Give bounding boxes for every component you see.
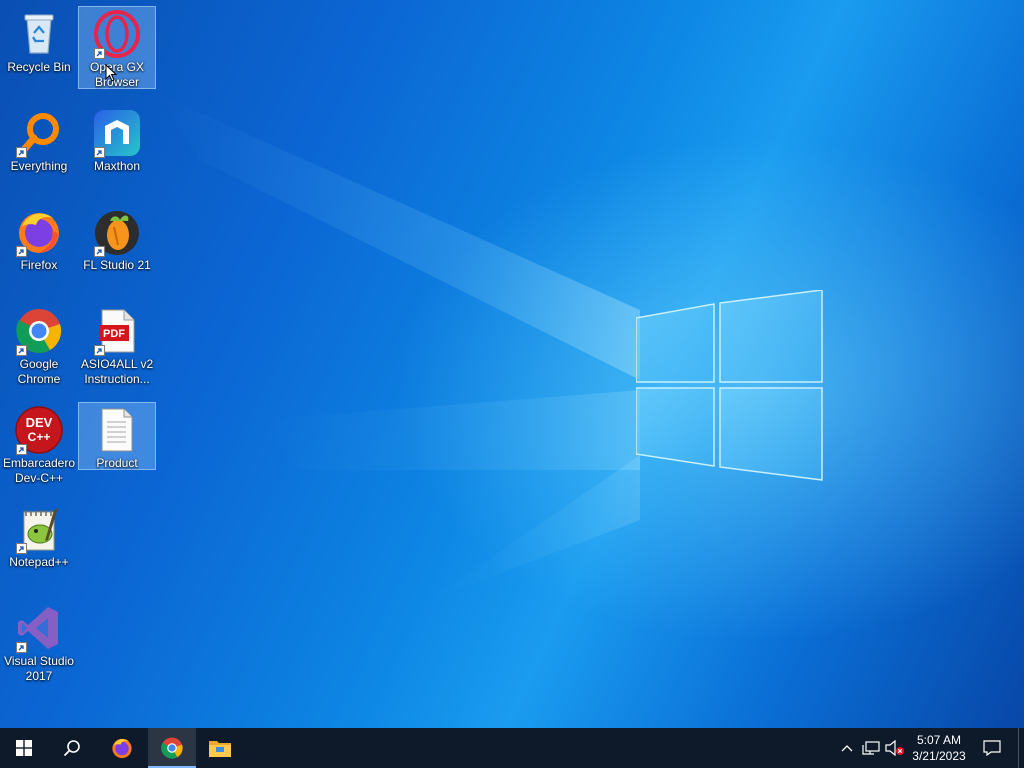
everything-search-icon	[14, 108, 64, 158]
maxthon-icon	[92, 108, 142, 158]
mouse-cursor-icon	[105, 64, 117, 82]
taskbar-chrome-button[interactable]	[148, 728, 196, 768]
volume-button[interactable]	[884, 728, 906, 768]
desktop-icon-visual-studio[interactable]: Visual Studio 2017	[0, 600, 78, 687]
shortcut-arrow-icon	[94, 246, 105, 257]
desktop-icon-product[interactable]: Product	[78, 402, 156, 470]
windows-logo-wallpaper	[636, 290, 823, 481]
clock-time: 5:07 AM	[916, 733, 962, 747]
visual-studio-icon	[14, 603, 64, 653]
shortcut-arrow-icon	[94, 147, 105, 158]
icon-label: Everything	[10, 159, 68, 173]
shortcut-arrow-icon	[16, 543, 27, 554]
svg-text:DEV: DEV	[26, 415, 53, 430]
shortcut-arrow-icon	[16, 642, 27, 653]
icon-label: Google Chrome	[17, 357, 61, 386]
firefox-icon	[14, 207, 64, 257]
desktop-icon-dev-cpp[interactable]: DEV C++ Embarcadero Dev-C++	[0, 402, 78, 489]
network-button[interactable]	[860, 728, 882, 768]
clock-date: 3/21/2023	[912, 749, 966, 763]
icon-label: Maxthon	[93, 159, 141, 173]
search-button[interactable]	[48, 728, 96, 768]
icon-label: Visual Studio 2017	[4, 654, 74, 683]
file-explorer-icon	[209, 741, 231, 757]
desktop-icon-firefox[interactable]: Firefox	[0, 204, 78, 276]
chrome-icon	[14, 306, 64, 356]
firefox-icon	[112, 738, 132, 759]
network-icon	[862, 741, 880, 755]
chevron-up-icon	[841, 745, 853, 752]
shortcut-arrow-icon	[94, 345, 105, 356]
notepad-plus-plus-icon	[14, 504, 64, 554]
start-button[interactable]	[0, 728, 48, 768]
taskbar: 5:07 AM 3/21/2023	[0, 728, 1024, 768]
opera-gx-icon	[92, 9, 142, 59]
desktop-icon-recycle-bin[interactable]: Recycle Bin	[0, 6, 78, 78]
desktop-icon-everything[interactable]: Everything	[0, 105, 78, 177]
desktop-icon-google-chrome[interactable]: Google Chrome	[0, 303, 78, 390]
text-file-icon	[92, 405, 142, 455]
show-desktop-button[interactable]	[1018, 728, 1024, 768]
desktop-icon-asio4all-pdf[interactable]: PDF ASIO4ALL v2 Instruction...	[78, 303, 156, 390]
pdf-icon: PDF	[92, 306, 142, 356]
icon-label: Opera GX Browser	[89, 60, 145, 89]
shortcut-arrow-icon	[16, 246, 27, 257]
icon-label: Firefox	[20, 258, 58, 272]
volume-muted-icon	[885, 740, 904, 756]
pdf-badge: PDF	[103, 328, 125, 340]
shortcut-arrow-icon	[94, 48, 105, 59]
windows-start-icon	[16, 740, 32, 756]
notification-icon	[983, 740, 1001, 756]
icon-label: Recycle Bin	[7, 60, 71, 74]
shortcut-arrow-icon	[16, 345, 27, 356]
icon-label: Product	[96, 456, 138, 470]
desktop-icon-notepad-plus-plus[interactable]: Notepad++	[0, 501, 78, 573]
taskbar-firefox-button[interactable]	[98, 728, 146, 768]
icon-label: FL Studio 21	[83, 258, 151, 272]
show-hidden-icons-button[interactable]	[838, 728, 856, 768]
fl-studio-icon	[92, 207, 142, 257]
desktop-icon-fl-studio[interactable]: FL Studio 21	[78, 204, 156, 276]
dev-cpp-icon: DEV C++	[14, 405, 64, 455]
desktop[interactable]: Recycle Bin Everything Firefox Google Ch…	[0, 0, 1024, 728]
icon-label: ASIO4ALL v2 Instruction...	[80, 357, 154, 386]
taskbar-file-explorer-button[interactable]	[196, 728, 244, 768]
desktop-icon-maxthon[interactable]: Maxthon	[78, 105, 156, 177]
chrome-icon	[161, 737, 183, 759]
taskbar-clock[interactable]: 5:07 AM 3/21/2023	[906, 728, 972, 768]
icon-label: Notepad++	[9, 555, 69, 569]
search-icon	[63, 740, 80, 757]
action-center-button[interactable]	[976, 728, 1008, 768]
icon-label: Embarcadero Dev-C++	[2, 456, 76, 485]
desktop-icon-opera-gx[interactable]: Opera GX Browser	[78, 6, 156, 89]
recycle-bin-icon	[14, 9, 64, 59]
svg-text:C++: C++	[28, 430, 51, 444]
shortcut-arrow-icon	[16, 444, 27, 455]
shortcut-arrow-icon	[16, 147, 27, 158]
